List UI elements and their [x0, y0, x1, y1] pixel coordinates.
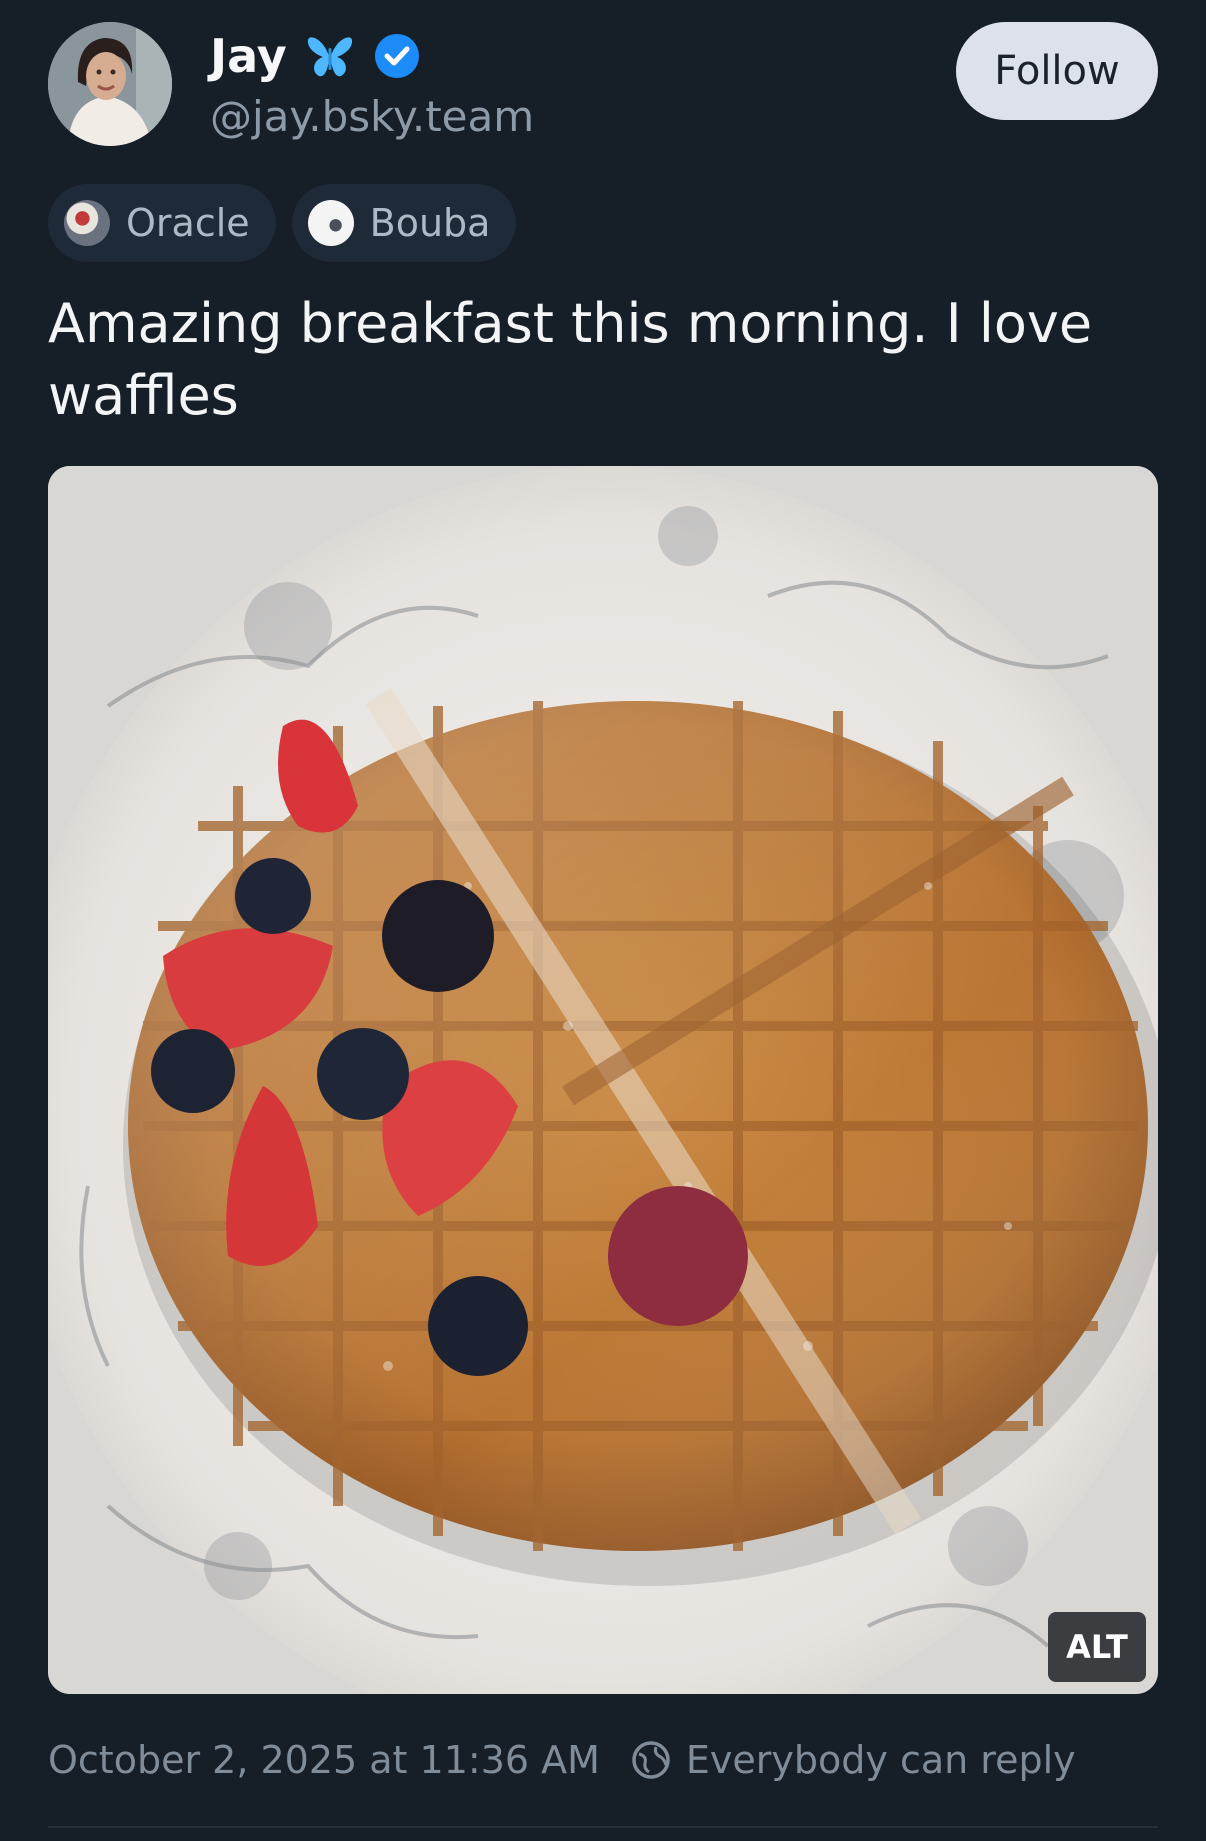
author-avatar[interactable] [48, 22, 172, 146]
label-chip-text: Bouba [369, 201, 491, 245]
author-name-row[interactable]: Jay [210, 26, 421, 86]
author-name[interactable]: Jay [210, 29, 287, 83]
follow-button[interactable]: Follow [956, 22, 1158, 120]
bouba-avatar-icon [307, 200, 354, 246]
post-image[interactable] [48, 466, 1158, 1694]
post-text: Amazing breakfast this morning. I love w… [48, 292, 1093, 427]
avatar-image [48, 22, 172, 146]
globe-icon [632, 1741, 670, 1779]
reply-setting[interactable]: Everybody can reply [630, 1738, 1076, 1782]
reply-setting-label: Everybody can reply [685, 1738, 1076, 1782]
moderation-labels: Oracle Bouba [48, 184, 517, 262]
oracle-avatar-icon [64, 200, 110, 246]
butterfly-icon [307, 37, 352, 77]
author-handle[interactable]: @jay.bsky.team [210, 92, 534, 141]
label-chip-bouba[interactable]: Bouba [291, 184, 517, 262]
verified-badge-icon[interactable] [373, 32, 421, 80]
alt-text-button[interactable]: ALT [1048, 1612, 1146, 1682]
footer-divider [48, 1826, 1158, 1828]
post-meta: October 2, 2025 at 11:36 AM Everybody ca… [48, 1738, 1076, 1782]
label-chip-text: Oracle [126, 201, 250, 245]
post-timestamp[interactable]: October 2, 2025 at 11:36 AM [48, 1738, 600, 1782]
waffle-photo [48, 466, 1158, 1694]
label-chip-oracle[interactable]: Oracle [48, 184, 276, 262]
